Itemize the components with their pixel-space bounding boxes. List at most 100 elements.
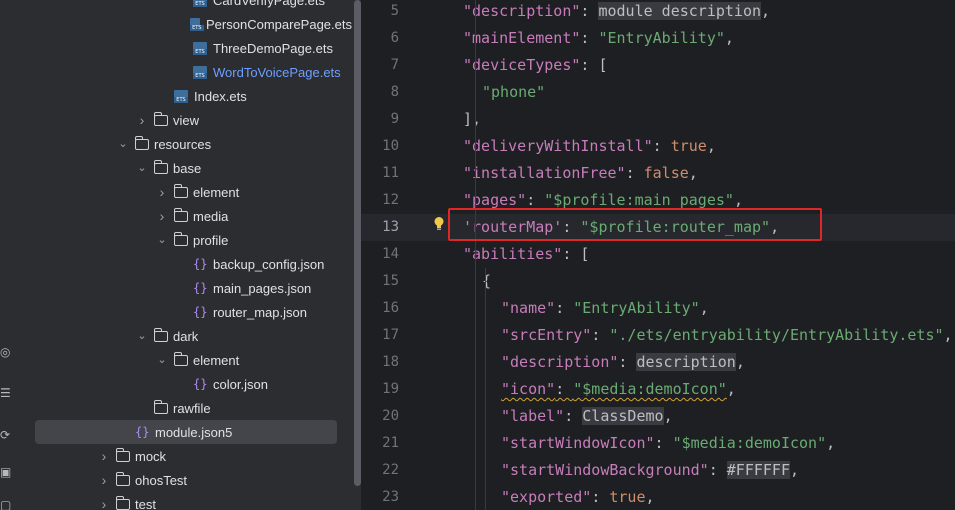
- code-token: :: [580, 2, 599, 20]
- folder-icon: [154, 159, 168, 174]
- code-text: "deviceTypes": [: [463, 52, 608, 79]
- line-number: 17: [382, 327, 399, 343]
- tree-file[interactable]: {} module.json5: [35, 420, 337, 444]
- code-line[interactable]: 22 "startWindowBackground": #FFFFFF,: [361, 457, 955, 484]
- lightbulb-icon[interactable]: [433, 216, 445, 231]
- ets-file-icon: [193, 65, 207, 79]
- code-token: "deliveryWithInstall": [463, 137, 653, 155]
- tree-file[interactable]: {} color.json: [22, 372, 352, 396]
- code-token: {: [482, 272, 492, 290]
- chevron-down-icon[interactable]: ⌄: [136, 162, 148, 174]
- tree-file[interactable]: {} main_pages.json: [22, 276, 352, 300]
- code-line[interactable]: 8 "phone": [361, 79, 955, 106]
- code-line[interactable]: 7 "deviceTypes": [: [361, 52, 955, 79]
- tree-folder[interactable]: › test: [22, 492, 352, 510]
- chevron-right-icon[interactable]: ›: [98, 449, 110, 463]
- terminal-icon[interactable]: ▣: [0, 465, 14, 479]
- code-editor[interactable]: 5 "description": module description, 6 "mai…: [361, 0, 955, 510]
- line-number: 11: [382, 165, 399, 181]
- code-line[interactable]: 23 "exported": true,: [361, 484, 955, 510]
- structure-icon[interactable]: ◎: [0, 345, 14, 359]
- code-token: ,: [726, 380, 736, 398]
- indent-guide: [485, 268, 486, 510]
- code-line[interactable]: 6 "mainElement": "EntryAbility",: [361, 25, 955, 52]
- tree-folder[interactable]: ⌄ resources: [22, 132, 352, 156]
- code-text: "mainElement": "EntryAbility",: [463, 25, 734, 52]
- code-line[interactable]: 19 "icon": "$media:demoIcon",: [361, 376, 955, 403]
- tree-file[interactable]: WordToVoicePage.ets: [22, 60, 352, 84]
- tree-file[interactable]: Index.ets: [22, 84, 352, 108]
- code-token: "$media:demoIcon": [573, 380, 727, 398]
- code-line[interactable]: 21 "startWindowIcon": "$media:demoIcon",: [361, 430, 955, 457]
- tree-folder[interactable]: › mock: [22, 444, 352, 468]
- folder-icon: [154, 327, 168, 342]
- json-file-icon: {}: [193, 305, 208, 319]
- tree-folder[interactable]: › view: [22, 108, 352, 132]
- tree-item-label: mock: [135, 448, 167, 464]
- tree-file[interactable]: ThreeDemoPage.ets: [22, 36, 352, 60]
- code-line[interactable]: 14 "abilities": [: [361, 241, 955, 268]
- tree-file[interactable]: {} router_map.json: [22, 300, 352, 324]
- tree-folder[interactable]: › media: [22, 204, 352, 228]
- chevron-down-icon[interactable]: ⌄: [156, 354, 168, 366]
- code-line[interactable]: 17 "srcEntry": "./ets/entryability/EntryA…: [361, 322, 955, 349]
- line-number: 10: [382, 138, 399, 154]
- json-file-icon: {}: [193, 377, 208, 391]
- code-token: :: [625, 164, 644, 182]
- code-line[interactable]: 20 "label": ClassDemo,: [361, 403, 955, 430]
- code-line[interactable]: 9],: [361, 106, 955, 133]
- code-token: "./ets/entryability/EntryAbility.ets": [609, 326, 944, 344]
- ets-file-icon: [174, 89, 188, 103]
- code-line[interactable]: 18 "description": description,: [361, 349, 955, 376]
- code-text: "description": description,: [501, 349, 745, 376]
- chevron-right-icon[interactable]: ›: [156, 209, 168, 223]
- tree-file[interactable]: CardVerifyPage.ets: [22, 0, 352, 12]
- tree-item-label: ThreeDemoPage.ets: [213, 40, 333, 56]
- tree-file[interactable]: {} backup_config.json: [22, 252, 352, 276]
- tree-folder[interactable]: ⌄ dark: [22, 324, 352, 348]
- chevron-right-icon[interactable]: ›: [156, 185, 168, 199]
- code-token: :: [652, 137, 671, 155]
- chevron-right-icon[interactable]: ›: [98, 473, 110, 487]
- tree-item-label: ohosTest: [135, 472, 188, 488]
- code-text: "icon": "$media:demoIcon",: [501, 376, 736, 403]
- tree-item-label: PersonComparePage.ets: [206, 16, 352, 32]
- tree-folder[interactable]: ⌄ profile: [22, 228, 352, 252]
- code-token: false: [643, 164, 689, 182]
- tree-scrollbar[interactable]: [354, 0, 361, 486]
- folder-icon: [174, 207, 188, 222]
- tree-folder[interactable]: › ohosTest: [22, 468, 352, 492]
- folder-icon: [154, 399, 168, 414]
- notifications-icon[interactable]: ▢: [0, 498, 14, 510]
- database-icon[interactable]: ☰: [0, 386, 14, 400]
- code-token: description: [636, 353, 736, 371]
- line-number: 7: [390, 57, 399, 73]
- line-number: 13: [382, 219, 399, 235]
- chevron-right-icon[interactable]: ›: [136, 113, 148, 127]
- sync-icon[interactable]: ⟳: [0, 428, 14, 442]
- chevron-down-icon[interactable]: ⌄: [117, 138, 129, 150]
- tree-folder[interactable]: › element: [22, 180, 352, 204]
- folder-icon: [154, 111, 168, 126]
- code-token: :: [591, 326, 610, 344]
- tree-item-label: test: [135, 496, 156, 510]
- tree-folder[interactable]: ⌄ element: [22, 348, 352, 372]
- code-line[interactable]: 15 {: [361, 268, 955, 295]
- chevron-down-icon[interactable]: ⌄: [136, 330, 148, 342]
- code-line[interactable]: 5 "description": module description,: [361, 0, 955, 25]
- code-text: "description": module description,: [463, 0, 770, 25]
- code-text: {: [482, 268, 491, 295]
- chevron-right-icon[interactable]: ›: [98, 497, 110, 510]
- code-line[interactable]: 16 "name": "EntryAbility",: [361, 295, 955, 322]
- code-line[interactable]: 11 "installationFree": false,: [361, 160, 955, 187]
- tree-file[interactable]: PersonComparePage.ets: [22, 12, 352, 36]
- code-line[interactable]: 10 "deliveryWithInstall": true,: [361, 133, 955, 160]
- code-text: "name": "EntryAbility",: [501, 295, 709, 322]
- chevron-down-icon[interactable]: ⌄: [156, 234, 168, 246]
- ets-file-icon: [193, 0, 207, 7]
- tree-folder[interactable]: ⌄ base: [22, 156, 352, 180]
- code-token: "label": [501, 407, 565, 425]
- line-number: 23: [382, 489, 399, 505]
- code-token: ,: [735, 353, 745, 371]
- tree-folder[interactable]: rawfile: [22, 396, 352, 420]
